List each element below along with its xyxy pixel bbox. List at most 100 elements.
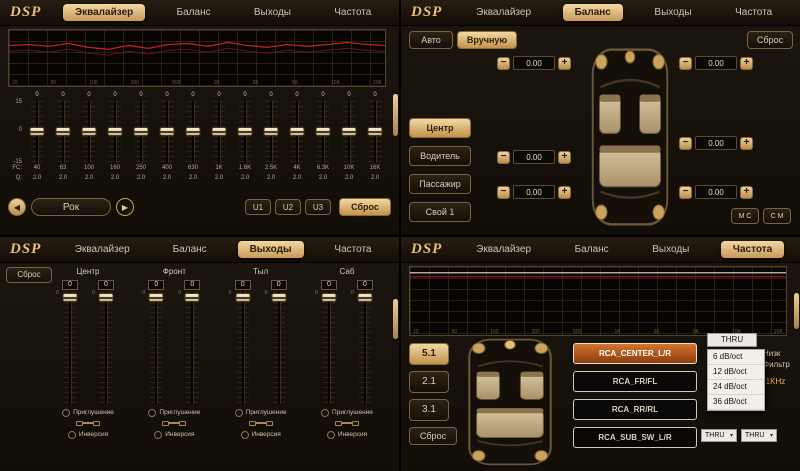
tab-balance[interactable]: Баланс bbox=[165, 4, 223, 21]
band-gain-slider[interactable] bbox=[159, 101, 175, 163]
band-gain-slider[interactable] bbox=[367, 101, 383, 163]
slider-thumb[interactable] bbox=[63, 293, 78, 302]
increase-button[interactable]: + bbox=[740, 186, 753, 199]
tab-equalizer[interactable]: Эквалайзер bbox=[464, 241, 543, 258]
decrease-button[interactable]: − bbox=[679, 137, 692, 150]
invert-checkbox[interactable] bbox=[68, 431, 76, 439]
invert-checkbox[interactable] bbox=[154, 431, 162, 439]
slider-thumb[interactable] bbox=[316, 127, 331, 136]
tab-balance[interactable]: Баланс bbox=[563, 241, 621, 258]
band-gain-slider[interactable] bbox=[315, 101, 331, 163]
decrease-button[interactable]: − bbox=[497, 151, 510, 164]
slider-thumb[interactable] bbox=[160, 127, 175, 136]
tab-frequency[interactable]: Частота bbox=[322, 4, 383, 21]
tab-outputs[interactable]: Выходы bbox=[242, 4, 303, 21]
output-level-slider[interactable]: 0 bbox=[272, 292, 286, 404]
tab-frequency[interactable]: Частота bbox=[721, 241, 784, 258]
output-level-slider[interactable]: 0 bbox=[236, 292, 250, 404]
band-gain-slider[interactable] bbox=[237, 101, 253, 163]
tab-outputs[interactable]: Выходы bbox=[642, 4, 703, 21]
output-level-slider[interactable]: 0 bbox=[63, 292, 77, 404]
preset-next-button[interactable]: ▶ bbox=[116, 198, 134, 216]
output-level-slider[interactable]: 0 bbox=[358, 292, 372, 404]
slope-option[interactable]: 36 dB/oct bbox=[708, 395, 764, 410]
tab-balance[interactable]: Баланс bbox=[563, 4, 623, 21]
slider-thumb[interactable] bbox=[186, 127, 201, 136]
mute-checkbox[interactable] bbox=[321, 409, 329, 417]
band-gain-slider[interactable] bbox=[263, 101, 279, 163]
slider-thumb[interactable] bbox=[108, 127, 123, 136]
band-gain-slider[interactable] bbox=[29, 101, 45, 163]
tab-outputs[interactable]: Выходы bbox=[640, 241, 701, 258]
tab-equalizer[interactable]: Эквалайзер bbox=[63, 4, 145, 21]
slider-thumb[interactable] bbox=[321, 293, 336, 302]
eq-reset-button[interactable]: Сброс bbox=[339, 198, 391, 216]
user-preset-u2[interactable]: U2 bbox=[275, 199, 301, 215]
mode-3-1-button[interactable]: 3.1 bbox=[409, 399, 449, 421]
increase-button[interactable]: + bbox=[740, 137, 753, 150]
channel-rca-center-button[interactable]: RCA_CENTER_L/R bbox=[573, 343, 697, 364]
slider-thumb[interactable] bbox=[271, 293, 286, 302]
outputs-reset-button[interactable]: Сброс bbox=[6, 267, 52, 283]
tab-outputs[interactable]: Выходы bbox=[238, 241, 304, 258]
scroll-handle[interactable] bbox=[393, 299, 398, 339]
slider-thumb[interactable] bbox=[134, 127, 149, 136]
output-level-slider[interactable]: 0 bbox=[322, 292, 336, 404]
cm-toggle-button[interactable]: C M bbox=[763, 208, 791, 224]
slider-thumb[interactable] bbox=[290, 127, 305, 136]
band-gain-slider[interactable] bbox=[107, 101, 123, 163]
link-channels-icon[interactable] bbox=[76, 421, 100, 426]
slider-thumb[interactable] bbox=[264, 127, 279, 136]
left-slope-mini-select[interactable]: THRU ▾ bbox=[701, 429, 737, 442]
mute-checkbox[interactable] bbox=[148, 409, 156, 417]
slider-thumb[interactable] bbox=[357, 293, 372, 302]
mode-2-1-button[interactable]: 2.1 bbox=[409, 371, 449, 393]
band-gain-slider[interactable] bbox=[211, 101, 227, 163]
link-channels-icon[interactable] bbox=[249, 421, 273, 426]
band-gain-slider[interactable] bbox=[81, 101, 97, 163]
invert-checkbox[interactable] bbox=[327, 431, 335, 439]
link-channels-icon[interactable] bbox=[162, 421, 186, 426]
slider-thumb[interactable] bbox=[30, 127, 45, 136]
slider-thumb[interactable] bbox=[185, 293, 200, 302]
right-slope-mini-select[interactable]: THRU ▾ bbox=[741, 429, 777, 442]
band-gain-slider[interactable] bbox=[185, 101, 201, 163]
preset-button[interactable]: Рок bbox=[31, 198, 111, 216]
frequency-reset-button[interactable]: Сброс bbox=[409, 427, 457, 445]
mode-5-1-button[interactable]: 5.1 bbox=[409, 343, 449, 365]
decrease-button[interactable]: − bbox=[497, 186, 510, 199]
balance-reset-button[interactable]: Сброс bbox=[747, 31, 793, 49]
tab-equalizer[interactable]: Эквалайзер bbox=[63, 241, 142, 258]
user-preset-u1[interactable]: U1 bbox=[245, 199, 271, 215]
band-gain-slider[interactable] bbox=[133, 101, 149, 163]
channel-rca-sub-button[interactable]: RCA_SUB_SW_L/R bbox=[573, 427, 697, 448]
band-gain-slider[interactable] bbox=[341, 101, 357, 163]
mute-checkbox[interactable] bbox=[235, 409, 243, 417]
increase-button[interactable]: + bbox=[558, 186, 571, 199]
slope-option[interactable]: 12 dB/oct bbox=[708, 365, 764, 380]
channel-rca-front-button[interactable]: RCA_FR/FL bbox=[573, 371, 697, 392]
tab-equalizer[interactable]: Эквалайзер bbox=[464, 4, 543, 21]
mc-toggle-button[interactable]: M C bbox=[731, 208, 759, 224]
tab-frequency[interactable]: Частота bbox=[322, 241, 383, 258]
slider-thumb[interactable] bbox=[149, 293, 164, 302]
increase-button[interactable]: + bbox=[558, 57, 571, 70]
slope-option[interactable]: 6 dB/oct bbox=[708, 350, 764, 365]
slope-option[interactable]: 24 dB/oct bbox=[708, 380, 764, 395]
position-custom-button[interactable]: Свой 1 bbox=[409, 202, 471, 222]
user-preset-u3[interactable]: U3 bbox=[305, 199, 331, 215]
slider-thumb[interactable] bbox=[99, 293, 114, 302]
tab-balance[interactable]: Баланс bbox=[161, 241, 219, 258]
slider-thumb[interactable] bbox=[342, 127, 357, 136]
auto-mode-button[interactable]: Авто bbox=[409, 31, 453, 49]
invert-checkbox[interactable] bbox=[241, 431, 249, 439]
mute-checkbox[interactable] bbox=[62, 409, 70, 417]
slider-thumb[interactable] bbox=[235, 293, 250, 302]
slider-thumb[interactable] bbox=[212, 127, 227, 136]
scroll-handle[interactable] bbox=[794, 293, 799, 329]
position-driver-button[interactable]: Водитель bbox=[409, 146, 471, 166]
output-level-slider[interactable]: 0 bbox=[185, 292, 199, 404]
slider-thumb[interactable] bbox=[238, 127, 253, 136]
tab-frequency[interactable]: Частота bbox=[723, 4, 784, 21]
decrease-button[interactable]: − bbox=[679, 186, 692, 199]
